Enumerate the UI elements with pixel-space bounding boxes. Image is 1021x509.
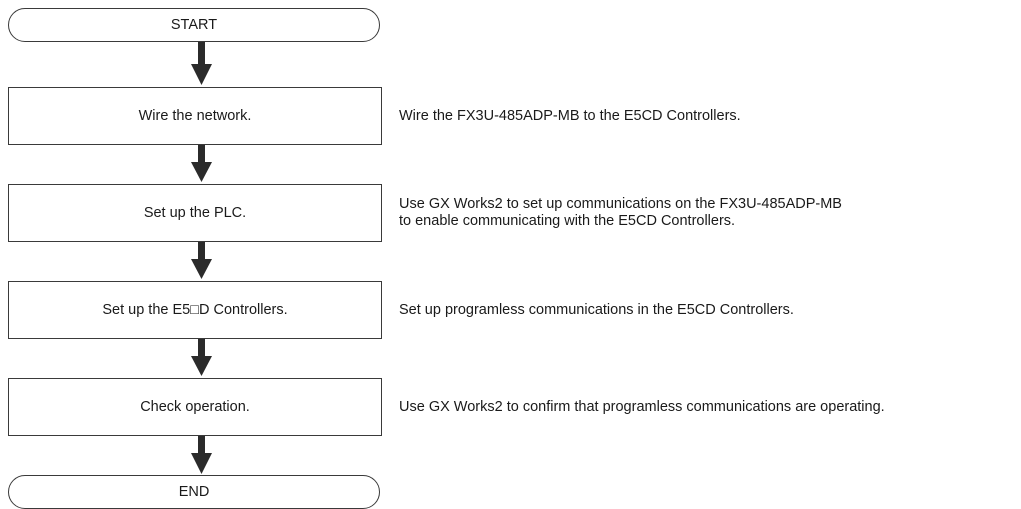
start-label: START — [170, 17, 218, 33]
step-label: Check operation. — [140, 399, 250, 415]
step-description: Use GX Works2 to set up communications o… — [399, 196, 842, 230]
start-terminal: START — [8, 8, 380, 42]
end-terminal: END — [8, 475, 380, 509]
arrow-step1-to-step2 — [191, 144, 212, 182]
step-label: Wire the network. — [138, 108, 252, 124]
step-description: Use GX Works2 to confirm that programles… — [399, 399, 885, 416]
step-check-operation: Check operation. — [8, 378, 382, 436]
description-line: Wire the FX3U-485ADP-MB to the E5CD Cont… — [399, 108, 741, 124]
step-description: Set up programless communications in the… — [399, 302, 794, 319]
description-line: to enable communicating with the E5CD Co… — [399, 213, 736, 229]
end-label: END — [178, 484, 210, 500]
step-wire-network: Wire the network. — [8, 87, 382, 145]
arrow-step3-to-step4 — [191, 337, 212, 376]
arrow-step2-to-step3 — [191, 241, 212, 279]
arrow-step4-to-end — [191, 434, 212, 474]
step-setup-controllers: Set up the E5□D Controllers. — [8, 281, 382, 339]
description-line: Set up programless communications in the… — [399, 302, 794, 318]
step-label: Set up the PLC. — [143, 205, 247, 221]
step-description: Wire the FX3U-485ADP-MB to the E5CD Cont… — [399, 108, 741, 125]
description-line: Use GX Works2 to set up communications o… — [399, 196, 842, 212]
step-setup-plc: Set up the PLC. — [8, 184, 382, 242]
step-label: Set up the E5□D Controllers. — [102, 302, 288, 318]
description-line: Use GX Works2 to confirm that programles… — [399, 399, 885, 415]
arrow-start-to-step1 — [191, 40, 212, 85]
